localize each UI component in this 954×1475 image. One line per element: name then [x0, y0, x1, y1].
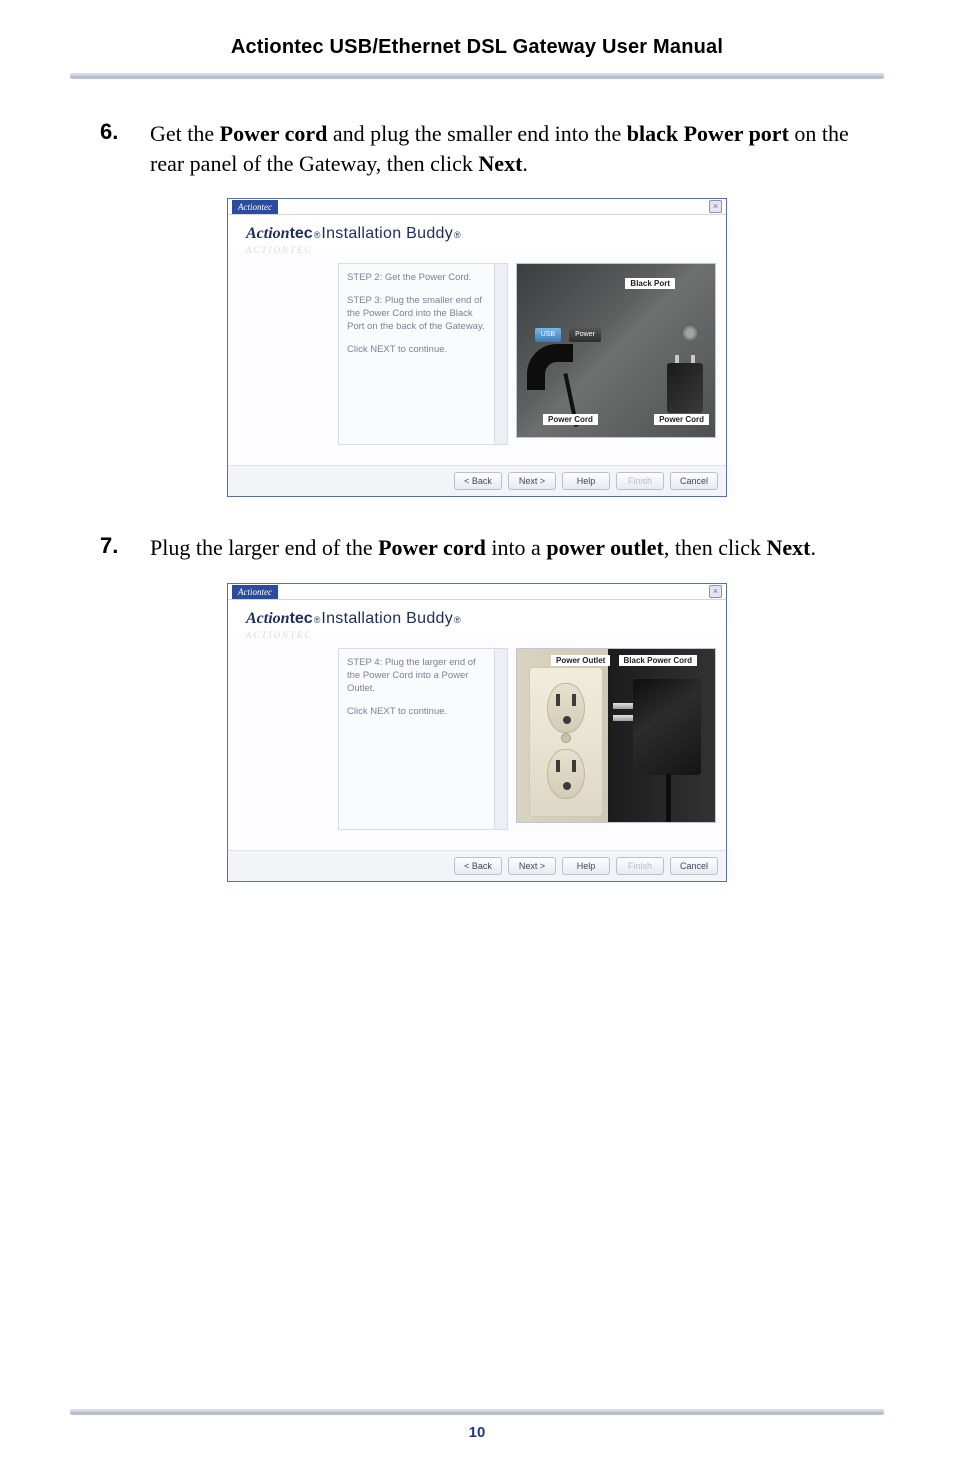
step-7: 7. Plug the larger end of the Power cord…: [100, 533, 854, 563]
t: .: [810, 535, 816, 560]
screenshot-step-7: Actiontec × Actiontec® Installation Budd…: [227, 583, 727, 882]
step-number: 7.: [100, 533, 150, 563]
t: and plug the smaller end into the: [327, 121, 626, 146]
footer-divider: [70, 1409, 884, 1415]
image-pane: Power Outlet Black Power Cord: [516, 648, 716, 830]
step-number: 6.: [100, 119, 150, 178]
brand-watermark: ACTIONTEC: [246, 630, 726, 640]
brand-reg: ®: [314, 615, 321, 625]
close-icon[interactable]: ×: [709, 585, 722, 598]
next-button[interactable]: Next >: [508, 472, 556, 490]
brand-part: tec: [290, 610, 313, 628]
brand-reg: ®: [454, 615, 461, 625]
brand-part: Installation Buddy: [321, 225, 453, 243]
help-button[interactable]: Help: [562, 472, 610, 490]
manual-page: Actiontec USB/Ethernet DSL Gateway User …: [0, 0, 954, 1475]
power-adapter: [633, 679, 701, 775]
step-6: 6. Get the Power cord and plug the small…: [100, 119, 854, 178]
power-cord: [666, 774, 671, 822]
titlebar-badge: Actiontec: [232, 200, 278, 214]
brand-part: Action: [246, 610, 290, 628]
brand-watermark: ACTIONTEC: [246, 245, 726, 255]
photo-gateway-rear: Black Port USB Power Power Cord Power Co…: [516, 263, 716, 438]
scroll-down-icon[interactable]: ▼: [495, 432, 507, 444]
label-black-port: Black Port: [625, 278, 675, 289]
close-icon[interactable]: ×: [709, 200, 722, 213]
t: Next: [767, 535, 811, 560]
adapter-prong: [613, 715, 635, 721]
adapter-prong: [613, 703, 635, 709]
help-button[interactable]: Help: [562, 857, 610, 875]
plate-screw: [561, 733, 571, 743]
reset-button-graphic: [681, 324, 699, 342]
brand-part: Installation Buddy: [321, 610, 453, 628]
step4-text: STEP 4: Plug the larger end of the Power…: [347, 657, 501, 695]
cancel-button[interactable]: Cancel: [670, 472, 718, 490]
photo-wall-outlet: Power Outlet Black Power Cord: [516, 648, 716, 823]
dialog-brand: Actiontec® Installation Buddy®: [228, 215, 726, 249]
label-power: Power: [569, 328, 601, 342]
page-number: 10: [0, 1424, 954, 1441]
label-power-outlet: Power Outlet: [551, 655, 610, 666]
step-text: Plug the larger end of the Power cord in…: [150, 533, 816, 563]
t: Get the: [150, 121, 220, 146]
t: power outlet: [546, 535, 664, 560]
brand-part: tec: [290, 225, 313, 243]
scroll-up-icon[interactable]: ▲: [495, 264, 507, 276]
dialog-titlebar: Actiontec ×: [228, 199, 726, 215]
step2-text: STEP 2: Get the Power Cord.: [347, 272, 501, 285]
instruction-pane: ▲ STEP 2: Get the Power Cord. STEP 3: Pl…: [338, 263, 508, 445]
brand-part: Action: [246, 225, 290, 243]
titlebar-badge: Actiontec: [232, 585, 278, 599]
t: Power cord: [220, 121, 328, 146]
label-power-cord: Power Cord: [543, 414, 598, 425]
header-divider: [70, 73, 884, 79]
dialog-body: ▲ STEP 4: Plug the larger end of the Pow…: [228, 640, 726, 850]
dialog-brand: Actiontec® Installation Buddy®: [228, 600, 726, 634]
step3-text: STEP 3: Plug the smaller end of the Powe…: [347, 295, 501, 333]
step-text: Get the Power cord and plug the smaller …: [150, 119, 854, 178]
brand-reg: ®: [314, 230, 321, 240]
brand-reg: ®: [454, 230, 461, 240]
label-power-cord: Power Cord: [654, 414, 709, 425]
image-pane: Black Port USB Power Power Cord Power Co…: [516, 263, 716, 445]
dialog-footer: < Back Next > Help Finish Cancel: [228, 465, 726, 496]
label-usb: USB: [535, 328, 561, 342]
finish-button: Finish: [616, 857, 664, 875]
outlet-socket: [547, 749, 585, 799]
dialog-footer: < Back Next > Help Finish Cancel: [228, 850, 726, 881]
next-button[interactable]: Next >: [508, 857, 556, 875]
dialog-body: ▲ STEP 2: Get the Power Cord. STEP 3: Pl…: [228, 255, 726, 465]
click-next-text: Click NEXT to continue.: [347, 706, 501, 719]
t: black Power port: [627, 121, 789, 146]
t: Power cord: [378, 535, 486, 560]
screenshot-step-6: Actiontec × Actiontec® Installation Budd…: [227, 198, 727, 497]
click-next-text: Click NEXT to continue.: [347, 344, 501, 357]
t: , then click: [664, 535, 767, 560]
label-black-power-cord: Black Power Cord: [619, 655, 697, 666]
outlet-socket: [547, 683, 585, 733]
finish-button: Finish: [616, 472, 664, 490]
instruction-pane: ▲ STEP 4: Plug the larger end of the Pow…: [338, 648, 508, 830]
back-button[interactable]: < Back: [454, 857, 502, 875]
adapter-graphic: [667, 363, 703, 413]
installer-dialog: Actiontec × Actiontec® Installation Budd…: [227, 198, 727, 497]
t: into a: [486, 535, 547, 560]
cancel-button[interactable]: Cancel: [670, 857, 718, 875]
t: Next: [478, 151, 522, 176]
scroll-down-icon[interactable]: ▼: [495, 817, 507, 829]
back-button[interactable]: < Back: [454, 472, 502, 490]
t: Plug the larger end of the: [150, 535, 378, 560]
installer-dialog: Actiontec × Actiontec® Installation Budd…: [227, 583, 727, 882]
dialog-titlebar: Actiontec ×: [228, 584, 726, 600]
page-title: Actiontec USB/Ethernet DSL Gateway User …: [100, 36, 854, 59]
scroll-up-icon[interactable]: ▲: [495, 649, 507, 661]
t: .: [522, 151, 528, 176]
